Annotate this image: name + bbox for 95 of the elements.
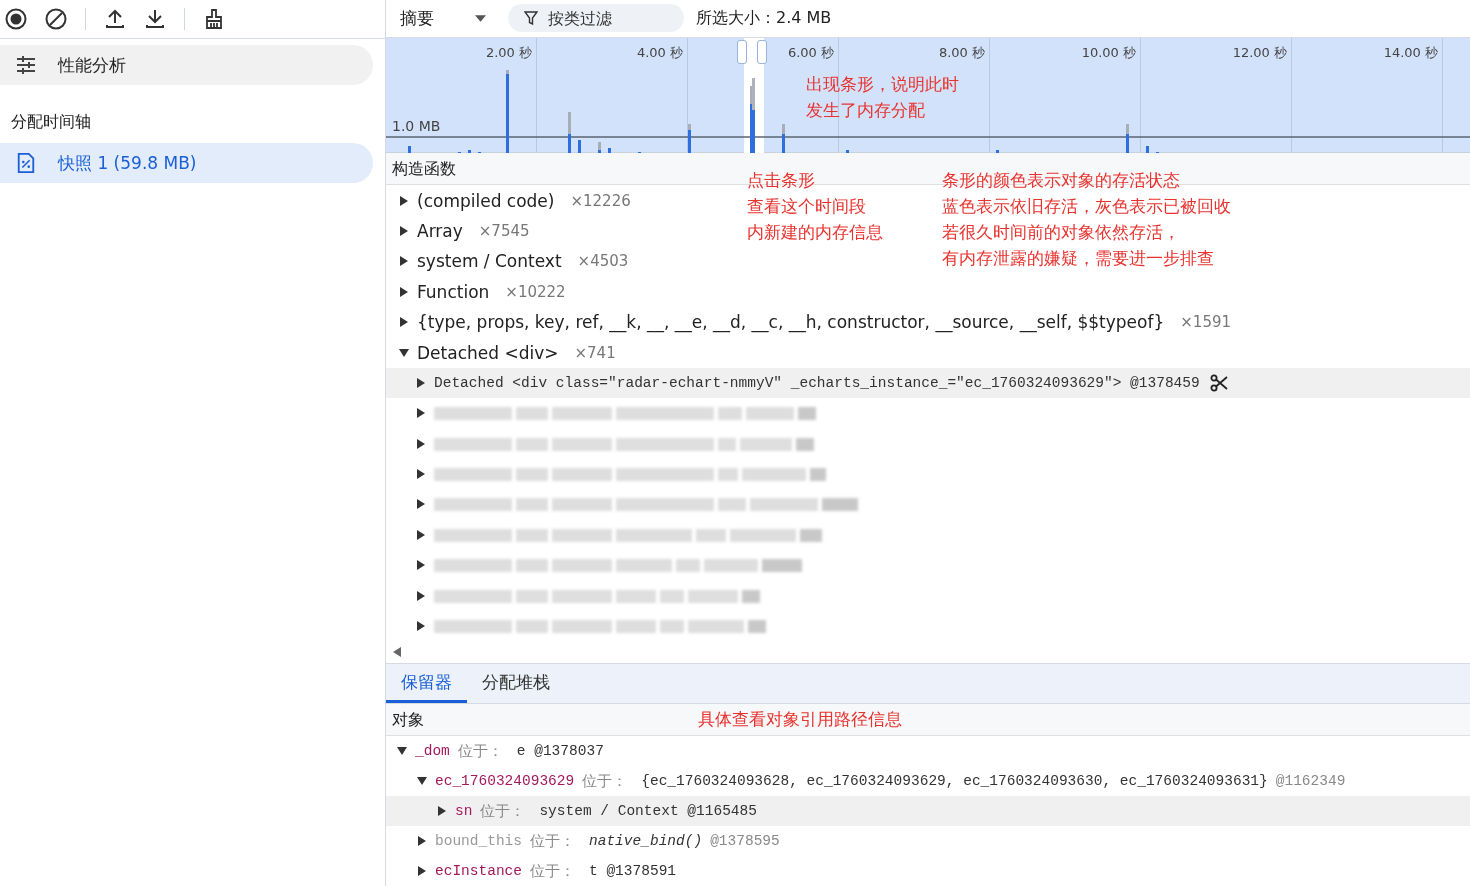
column-header: 对象	[392, 709, 424, 731]
time-tick: 4.00 秒	[636, 43, 683, 62]
object-row[interactable]: Detached <div class="radar-echart-nmmyV" _echarts_instance_="ec_1760324093629"> @1378459	[386, 367, 1470, 399]
constructor-name: Detached <div>	[417, 342, 559, 363]
annotation-text: 查看这个时间段	[747, 195, 867, 219]
annotation-text: 若很久时间前的对象依然存活，	[942, 221, 1181, 245]
expand-triangle-icon[interactable]	[417, 621, 425, 632]
object-text: Detached <div class="radar-echart-nmmyV" _echarts_instance_="ec_1760324093629"> @1378459	[434, 374, 1200, 391]
annotation-text: 内新建的内存信息	[747, 221, 883, 245]
constructor-name: system / Context	[417, 251, 562, 272]
property-name: ecInstance	[435, 863, 522, 879]
time-tick: 8.00 秒	[938, 43, 985, 62]
profile-type-item[interactable]: 性能分析	[0, 45, 373, 85]
retainer-row[interactable]: _dom 位于： e @1378037	[386, 736, 1470, 766]
time-tick: 14.00 秒	[1383, 43, 1438, 62]
section-title: 分配时间轴	[10, 111, 92, 133]
instance-count: ×7545	[478, 221, 530, 240]
instance-count: ×1591	[1180, 313, 1232, 332]
time-tick: 2.00 秒	[485, 43, 532, 62]
disclosure-triangle-icon[interactable]	[438, 806, 446, 816]
property-value: system / Context @1165485	[539, 803, 757, 819]
record-icon[interactable]	[5, 8, 27, 30]
object-id: @1162349	[1275, 773, 1346, 789]
location-label: 位于：	[457, 741, 503, 761]
broom-icon[interactable]	[203, 8, 225, 30]
caret-icon	[475, 14, 486, 22]
retainer-row[interactable]: bound_this 位于： native_bind() @1378595	[386, 826, 1470, 856]
expand-triangle-icon[interactable]	[417, 408, 425, 419]
instance-count: ×741	[574, 343, 616, 362]
location-label: 位于：	[582, 771, 628, 791]
constructor-name: Array	[417, 220, 463, 241]
expand-triangle-icon[interactable]	[417, 590, 425, 601]
location-label: 位于：	[480, 801, 526, 821]
range-handle[interactable]	[737, 39, 747, 64]
scroll-left-icon[interactable]	[393, 647, 401, 658]
scissors-icon	[1209, 373, 1228, 392]
annotation-text: 条形的颜色表示对象的存活状态	[942, 169, 1181, 193]
disclosure-triangle-icon[interactable]	[400, 317, 408, 328]
selected-size: 所选大小：2.4 MB	[696, 7, 832, 29]
disclosure-triangle-icon[interactable]	[400, 286, 408, 297]
instance-count: ×12226	[570, 191, 631, 210]
annotation-text: 出现条形，说明此时	[806, 72, 959, 96]
disclosure-triangle-icon[interactable]	[417, 777, 427, 785]
download-icon[interactable]	[144, 8, 166, 30]
expand-triangle-icon[interactable]	[417, 438, 425, 449]
disclosure-triangle-icon[interactable]	[418, 866, 426, 876]
annotation-text: 有内存泄露的嫌疑，需要进一步排查	[942, 247, 1215, 271]
range-handle[interactable]	[757, 39, 767, 64]
instance-count: ×4503	[577, 252, 629, 271]
expand-triangle-icon[interactable]	[417, 377, 425, 388]
panel-tab[interactable]: 分配堆栈	[467, 664, 565, 703]
instance-count: ×10222	[505, 282, 566, 301]
property-value: native_bind()	[589, 833, 703, 849]
annotation-text: 点击条形	[747, 169, 816, 193]
clear-icon[interactable]	[45, 8, 67, 30]
property-name: ec_1760324093629	[435, 773, 575, 789]
time-tick: 10.00 秒	[1081, 43, 1136, 62]
time-tick: 6.00 秒	[787, 43, 834, 62]
constructor-name: Function	[417, 281, 490, 302]
retainer-row[interactable]: ec_1760324093629 位于： {ec_1760324093628, ec_1760324093629, ec_1760324093630, ec_1760324093631} @1162349	[386, 766, 1470, 796]
snapshot-item[interactable]: 快照 1 (59.8 MB)	[0, 143, 373, 183]
upload-icon[interactable]	[104, 8, 126, 30]
disclosure-triangle-icon[interactable]	[400, 195, 408, 206]
location-label: 位于：	[530, 861, 575, 881]
disclosure-triangle-icon[interactable]	[399, 348, 409, 357]
constructor-name: {type, props, key, ref, __k, __, __e, __d, __c, __h, constructor, __source, __self, $$typeof}	[417, 312, 1165, 333]
expand-triangle-icon[interactable]	[417, 499, 425, 510]
sliders-icon	[16, 55, 36, 75]
expand-triangle-icon[interactable]	[417, 529, 425, 540]
baseline-label: 1.0 MB	[392, 117, 441, 134]
filter-icon	[524, 11, 538, 26]
annotation-text: 发生了内存分配	[806, 98, 926, 122]
retainer-row[interactable]: ecInstance 位于： t @1378591	[386, 856, 1470, 886]
filter-field[interactable]: 按类过滤	[508, 4, 684, 33]
disclosure-triangle-icon[interactable]	[418, 836, 426, 846]
location-label: 位于：	[530, 831, 575, 851]
property-value: {ec_1760324093628, ec_1760324093629, ec_1760324093630, ec_1760324093631}	[641, 773, 1268, 789]
file-icon	[16, 153, 36, 173]
constructor-name: (compiled code)	[417, 190, 555, 211]
property-value: t @1378591	[589, 863, 677, 879]
disclosure-triangle-icon[interactable]	[400, 225, 408, 236]
time-tick: 12.00 秒	[1232, 43, 1287, 62]
annotation-text: 蓝色表示依旧存活，灰色表示已被回收	[942, 195, 1231, 219]
view-dropdown[interactable]: 摘要	[386, 6, 496, 30]
property-value: e @1378037	[516, 743, 604, 759]
expand-triangle-icon[interactable]	[417, 469, 425, 480]
disclosure-triangle-icon[interactable]	[400, 256, 408, 267]
expand-triangle-icon[interactable]	[417, 560, 425, 571]
disclosure-triangle-icon[interactable]	[397, 747, 407, 755]
property-name: sn	[455, 803, 473, 819]
annotation-text: 具体查看对象引用路径信息	[698, 708, 902, 731]
property-name: _dom	[415, 743, 450, 759]
retainer-row[interactable]: sn 位于： system / Context @1165485	[386, 796, 1470, 826]
object-id: @1378595	[710, 833, 780, 849]
property-name: bound_this	[435, 833, 522, 849]
